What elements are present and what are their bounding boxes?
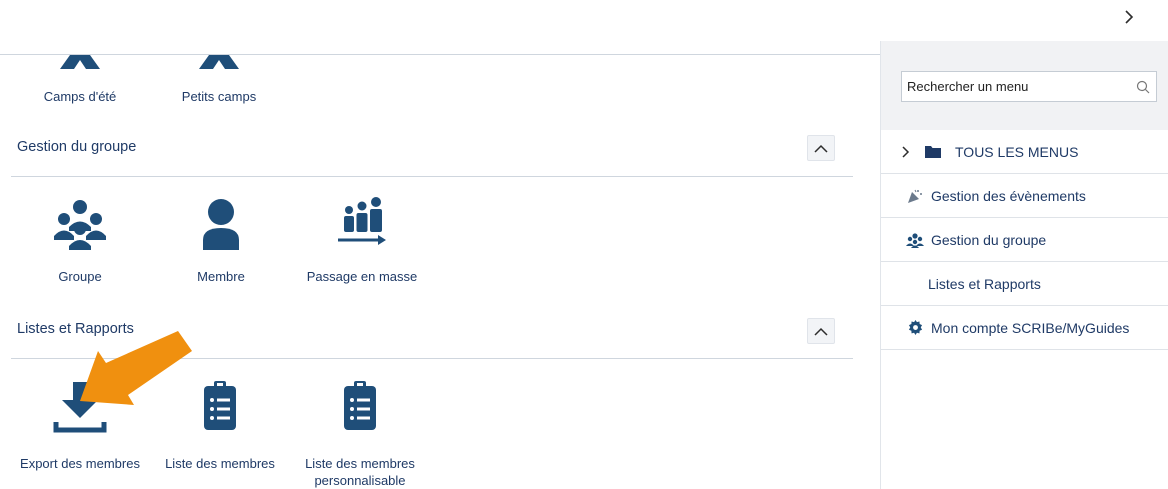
sidebar-item-label: Gestion du groupe [931,231,1047,248]
sidebar-item-gestion-evenements[interactable]: Gestion des évènements [881,174,1168,218]
tent-icon [199,55,239,69]
chevron-up-icon [814,327,828,336]
tile-membre[interactable]: Membre [178,196,264,285]
divider [0,54,880,55]
clipboard-list-icon [344,381,376,430]
tile-label: Petits camps [181,89,257,104]
tile-label: Passage en masse [306,269,418,284]
tile-camps-ete[interactable]: Camps d'été [28,55,132,105]
sidebar-item-label: Mon compte SCRIBe/MyGuides [931,319,1130,336]
chevron-up-icon [814,144,828,153]
tile-label-line1: Liste des membres [305,456,415,471]
collapse-section-button[interactable] [807,135,835,161]
sidebar-menu: TOUS LES MENUS Gestion des évènements Ge… [880,41,1168,489]
sidebar-item-mon-compte[interactable]: Mon compte SCRIBe/MyGuides [881,306,1168,350]
expand-sidebar-button[interactable] [1118,8,1140,30]
gear-icon [905,318,925,338]
section-divider [11,176,853,177]
search-area [881,41,1168,130]
bulk-move-icon [338,197,386,245]
sidebar-item-label: TOUS LES MENUS [955,143,1079,160]
arrow-pointer-icon [80,331,192,405]
tile-label: Groupe [58,269,102,284]
tile-label-line2: personnalisable [314,473,406,488]
tile-label: Membre [197,269,245,284]
group-icon [54,200,106,250]
tile-petits-camps[interactable]: Petits camps [164,55,274,105]
tent-icon [60,55,100,69]
chevron-right-icon [901,142,911,162]
collapse-section-button[interactable] [807,318,835,344]
sidebar-item-tous-les-menus[interactable]: TOUS LES MENUS [881,130,1168,174]
tile-label: Camps d'été [43,89,117,104]
sidebar-item-label: Listes et Rapports [928,275,1041,292]
tile-passage-en-masse[interactable]: Passage en masse [300,196,424,285]
chevron-right-icon [1124,10,1134,28]
sidebar-item-label: Gestion des évènements [931,187,1086,204]
group-icon [905,230,925,250]
tile-label: Export des membres [20,456,140,471]
sidebar-item-listes-rapports[interactable]: Listes et Rapports [881,262,1168,306]
folder-icon [923,142,943,162]
person-icon [203,199,239,250]
main-content: Camps d'été Petits camps Gestion du grou… [0,0,880,489]
sidebar-item-gestion-groupe[interactable]: Gestion du groupe [881,218,1168,262]
search-box [901,71,1157,102]
search-input[interactable] [902,78,1130,95]
tile-liste-personnalisable[interactable]: Liste des membres personnalisable [296,378,424,489]
tile-label: Liste des membres [165,456,275,471]
search-icon[interactable] [1130,74,1156,100]
party-popper-icon [905,186,925,206]
section-title-gestion-groupe: Gestion du groupe [17,139,137,155]
clipboard-list-icon [204,381,236,430]
tile-groupe[interactable]: Groupe [34,196,126,285]
